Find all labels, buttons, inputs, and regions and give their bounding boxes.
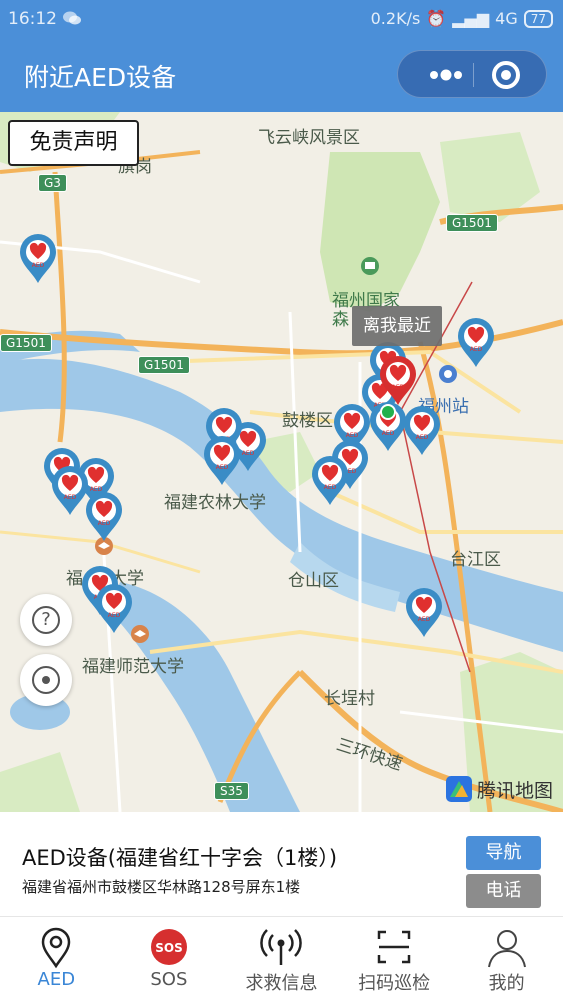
battery-icon: 77 xyxy=(523,9,553,28)
device-address: 福建省福州市鼓楼区华林路128号屏东1楼 xyxy=(22,878,301,896)
sos-icon: SOS xyxy=(150,929,187,965)
device-name: AED设备(福建省红十字会（1楼）) xyxy=(22,846,338,870)
current-location-dot xyxy=(380,404,396,420)
place-label: 福建师范大学 xyxy=(82,657,184,677)
selected-aed-marker[interactable]: AED xyxy=(378,354,418,406)
signal-tower-icon xyxy=(260,929,303,965)
tab-scan-inspect[interactable]: 扫码巡检 xyxy=(338,917,451,1000)
svg-text:AED: AED xyxy=(216,464,229,471)
locate-button[interactable] xyxy=(20,654,72,706)
call-button[interactable]: 电话 xyxy=(466,874,541,908)
svg-text:SOS: SOS xyxy=(155,941,183,955)
train-station-icon xyxy=(439,365,457,383)
user-icon xyxy=(487,930,526,968)
road-shield: G1501 xyxy=(446,214,498,232)
capsule-divider xyxy=(473,63,474,87)
place-label: 台江区 xyxy=(450,550,501,570)
aed-marker[interactable]: AED xyxy=(310,454,350,506)
nearest-tooltip: 离我最近 xyxy=(352,306,442,346)
svg-text:AED: AED xyxy=(64,494,77,501)
status-bar: 16:12 0.2K/s ⏰ ▂▄▆ 4G 77 xyxy=(0,0,563,38)
tab-help-info[interactable]: 求救信息 xyxy=(225,917,338,1000)
tab-label: 求救信息 xyxy=(245,973,318,994)
aed-app: 16:12 0.2K/s ⏰ ▂▄▆ 4G 77 附近AED设备 飞云峡风景区 … xyxy=(0,0,563,1000)
tab-sos[interactable]: SOS SOS xyxy=(113,917,226,1000)
question-icon: ? xyxy=(32,606,60,634)
disclaimer-button[interactable]: 免责声明 xyxy=(8,120,139,166)
more-icon[interactable] xyxy=(418,51,472,99)
aed-marker[interactable]: AED xyxy=(202,434,242,486)
scenic-spot-icon xyxy=(361,257,379,275)
scan-icon xyxy=(377,930,411,964)
place-label: 鼓楼区 xyxy=(282,411,333,431)
aed-marker[interactable]: AED xyxy=(94,582,134,634)
place-label: 仓山区 xyxy=(288,571,339,591)
nav-header: 附近AED设备 xyxy=(0,38,563,112)
tab-label: 扫码巡检 xyxy=(358,973,431,994)
aed-marker[interactable]: AED xyxy=(456,316,496,368)
place-label: 森 xyxy=(332,310,349,330)
aed-marker[interactable]: AED xyxy=(404,586,444,638)
attribution-text: 腾讯地图 xyxy=(476,779,553,802)
location-pin-icon xyxy=(42,927,71,969)
navigate-button[interactable]: 导航 xyxy=(466,836,541,870)
wechat-icon xyxy=(63,11,81,25)
svg-text:AED: AED xyxy=(470,346,483,353)
signal-icon: ▂▄▆ xyxy=(452,9,490,28)
tab-label: AED xyxy=(37,969,76,990)
tencent-map-logo-icon xyxy=(445,776,472,802)
page-title: 附近AED设备 xyxy=(24,63,177,92)
road-shield: G3 xyxy=(38,174,67,192)
network-speed: 0.2K/s xyxy=(370,9,421,28)
map-attribution: 腾讯地图 xyxy=(445,774,553,804)
device-info-panel: AED设备(福建省红十字会（1楼）) 福建省福州市鼓楼区华林路128号屏东1楼 … xyxy=(0,812,563,916)
tab-bar: AED SOS SOS 求救信息 扫码巡检 我的 xyxy=(0,916,563,1000)
status-time: 16:12 xyxy=(8,9,57,29)
aed-marker[interactable]: AED xyxy=(18,232,58,284)
place-label: 长埕村 xyxy=(324,689,375,709)
help-button[interactable]: ? xyxy=(20,594,72,646)
road-shield: G1501 xyxy=(138,356,190,374)
tab-mine[interactable]: 我的 xyxy=(450,917,563,1000)
locate-icon-dot xyxy=(42,676,50,684)
tab-label: 我的 xyxy=(488,973,525,994)
aed-marker[interactable]: AED xyxy=(84,490,124,542)
status-right: 0.2K/s ⏰ ▂▄▆ 4G 77 xyxy=(371,9,553,28)
svg-text:AED: AED xyxy=(324,484,337,491)
place-label: 飞云峡风景区 xyxy=(258,128,360,148)
svg-text:AED: AED xyxy=(418,616,431,623)
svg-text:AED: AED xyxy=(32,262,45,269)
close-miniprogram-icon[interactable] xyxy=(492,61,520,89)
svg-text:AED: AED xyxy=(392,384,405,391)
road-shield: G1501 xyxy=(0,334,52,352)
place-label: 福建农林大学 xyxy=(164,493,266,513)
miniprogram-capsule xyxy=(397,50,547,98)
road-shield: S35 xyxy=(214,782,249,800)
tab-label: SOS xyxy=(150,969,188,990)
svg-text:AED: AED xyxy=(108,612,121,619)
alarm-icon: ⏰ xyxy=(426,9,447,28)
svg-text:AED: AED xyxy=(416,434,429,441)
svg-text:AED: AED xyxy=(98,520,111,527)
tab-aed[interactable]: AED xyxy=(0,917,113,1000)
aed-marker[interactable]: AED xyxy=(402,404,442,456)
map-view[interactable]: 飞云峡风景区 旗岗 福州国家 森 鼓楼区 福州站 福建农林大学 台江区 仓山区 … xyxy=(0,112,563,812)
svg-text:AED: AED xyxy=(382,430,395,437)
network-type: 4G xyxy=(495,9,518,28)
